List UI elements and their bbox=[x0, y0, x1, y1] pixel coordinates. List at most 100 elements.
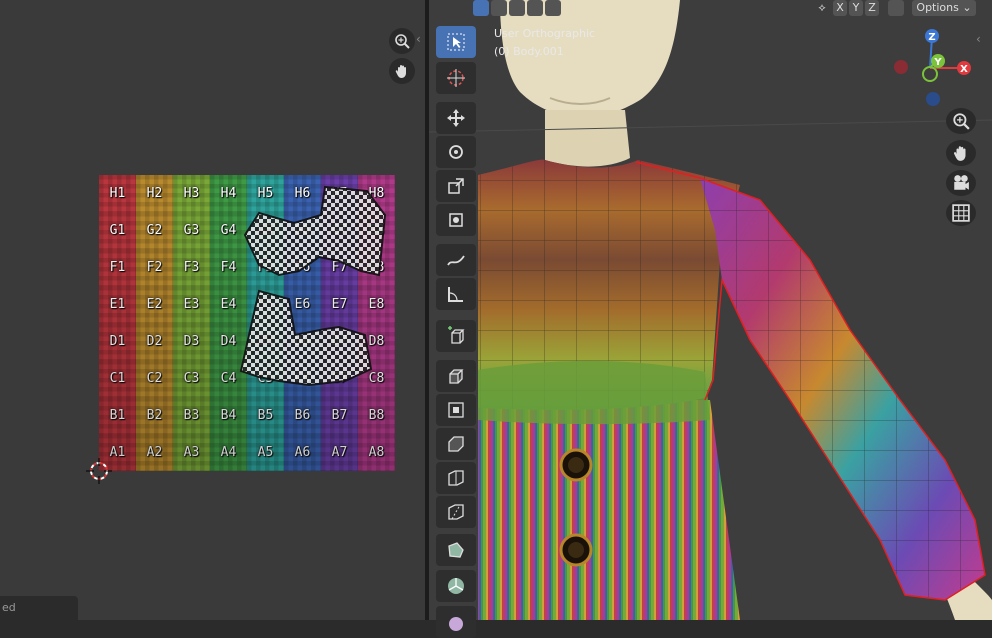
camera-icon[interactable] bbox=[946, 170, 976, 196]
mirror-icon[interactable]: ⟡ bbox=[814, 0, 830, 16]
axis-x-toggle[interactable]: X bbox=[833, 0, 847, 16]
uv-grid-cell: G1 bbox=[99, 212, 136, 249]
navigation-gizmo[interactable]: Z Y X bbox=[890, 28, 980, 108]
uv-grid-cell: D4 bbox=[210, 323, 247, 360]
pan-icon[interactable] bbox=[946, 140, 976, 166]
select-mode-icon[interactable] bbox=[473, 0, 489, 16]
loop-cut-icon[interactable] bbox=[436, 462, 476, 494]
uv-grid-cell: F6 bbox=[284, 249, 321, 286]
uv-grid-cell: H6 bbox=[284, 175, 321, 212]
uv-grid-cell: E8 bbox=[358, 286, 395, 323]
uv-editor[interactable]: ‹ H1 H2 H3 H4 H5 H6 H7 H8 G1 G2 G3 G4 G5 G6 G7 G8 F1 F2 F3… bbox=[0, 0, 425, 620]
uv-grid-cell: E6 bbox=[284, 286, 321, 323]
spin-icon[interactable] bbox=[436, 570, 476, 602]
zoom-icon[interactable] bbox=[946, 108, 976, 134]
active-object-name: (0) Body.001 bbox=[494, 45, 564, 58]
smooth-icon[interactable] bbox=[436, 606, 476, 638]
uv-grid-cell: G8 bbox=[358, 212, 395, 249]
uv-grid-cell: D2 bbox=[136, 323, 173, 360]
add-cube-icon[interactable] bbox=[436, 320, 476, 352]
move-icon[interactable] bbox=[436, 102, 476, 134]
neg-z-axis-handle[interactable] bbox=[926, 92, 940, 106]
uv-grid-cell: B8 bbox=[358, 397, 395, 434]
uv-grid-cell: B5 bbox=[247, 397, 284, 434]
x-axis-label: X bbox=[960, 64, 968, 75]
options-dropdown[interactable]: Options ⌄ bbox=[912, 0, 976, 16]
uv-grid-cell: B7 bbox=[321, 397, 358, 434]
neg-x-axis-handle[interactable] bbox=[894, 60, 908, 74]
uv-grid-cell: A2 bbox=[136, 434, 173, 471]
axis-y-toggle[interactable]: Y bbox=[849, 0, 863, 16]
extrude-icon[interactable] bbox=[436, 360, 476, 392]
uv-grid-cell: F5 bbox=[247, 249, 284, 286]
measure-icon[interactable] bbox=[436, 278, 476, 310]
inset-icon[interactable] bbox=[436, 394, 476, 426]
uv-grid-cell: E3 bbox=[173, 286, 210, 323]
uv-grid-cell: F3 bbox=[173, 249, 210, 286]
uv-grid-cell: B3 bbox=[173, 397, 210, 434]
uv-grid-cell: F2 bbox=[136, 249, 173, 286]
uv-pan-icon[interactable] bbox=[389, 58, 415, 84]
sidebar-toggle-icon[interactable]: ‹ bbox=[976, 32, 981, 46]
uv-grid-cell: C4 bbox=[210, 360, 247, 397]
uv-grid-cell: H3 bbox=[173, 175, 210, 212]
snap-icon[interactable] bbox=[888, 0, 904, 16]
z-axis-label: Z bbox=[928, 32, 935, 43]
select-intersect-icon[interactable] bbox=[545, 0, 561, 16]
select-difference-icon[interactable] bbox=[527, 0, 543, 16]
uv-grid-cell: E5 bbox=[247, 286, 284, 323]
select-subtract-icon[interactable] bbox=[509, 0, 525, 16]
uv-grid-cell: F4 bbox=[210, 249, 247, 286]
uv-grid-cell: H4 bbox=[210, 175, 247, 212]
scale-icon[interactable] bbox=[436, 170, 476, 202]
grid-icon[interactable] bbox=[946, 200, 976, 226]
collapse-arrow-icon[interactable]: ‹ bbox=[416, 32, 421, 46]
uv-grid-cell: B2 bbox=[136, 397, 173, 434]
knife-icon[interactable] bbox=[436, 496, 476, 528]
select-box-icon[interactable] bbox=[436, 26, 476, 58]
uv-grid-cell: A7 bbox=[321, 434, 358, 471]
uv-grid-cell: F7 bbox=[321, 249, 358, 286]
uv-grid-cell: A6 bbox=[284, 434, 321, 471]
view-name: User Orthographic bbox=[494, 27, 596, 40]
uv-grid-cell: A8 bbox=[358, 434, 395, 471]
uv-grid-cell: B6 bbox=[284, 397, 321, 434]
uv-grid-cell: A4 bbox=[210, 434, 247, 471]
uv-grid-cell: D5 bbox=[247, 323, 284, 360]
uv-grid-cell: E1 bbox=[99, 286, 136, 323]
2d-cursor-icon[interactable] bbox=[86, 458, 112, 484]
uv-grid-cell: C3 bbox=[173, 360, 210, 397]
uv-grid-cell: D6 bbox=[284, 323, 321, 360]
uv-grid-cell: A5 bbox=[247, 434, 284, 471]
uv-grid-cell: F8 bbox=[358, 249, 395, 286]
cursor-icon[interactable] bbox=[436, 62, 476, 94]
uv-grid-cell: F1 bbox=[99, 249, 136, 286]
bevel-icon[interactable] bbox=[436, 428, 476, 460]
uv-zoom-icon[interactable] bbox=[389, 28, 415, 54]
axis-z-toggle[interactable]: Z bbox=[865, 0, 879, 16]
y-axis-label: Y bbox=[933, 57, 942, 68]
uv-grid-cell: D8 bbox=[358, 323, 395, 360]
annotate-icon[interactable] bbox=[436, 244, 476, 276]
uv-grid-cell: D1 bbox=[99, 323, 136, 360]
uv-grid-cell: B1 bbox=[99, 397, 136, 434]
uv-grid-cell: C8 bbox=[358, 360, 395, 397]
uv-grid-cell: D7 bbox=[321, 323, 358, 360]
uv-grid-cell: H2 bbox=[136, 175, 173, 212]
uv-grid-cell: C1 bbox=[99, 360, 136, 397]
uv-grid-cell: C7 bbox=[321, 360, 358, 397]
poly-build-icon[interactable] bbox=[436, 534, 476, 566]
tool-shelf bbox=[434, 24, 478, 638]
uv-texture-grid: H1 H2 H3 H4 H5 H6 H7 H8 G1 G2 G3 G4 G5 G6 G7 G8 F1 F2 F3 F4… bbox=[99, 175, 395, 471]
rotate-icon[interactable] bbox=[436, 136, 476, 168]
uv-grid-cell: E2 bbox=[136, 286, 173, 323]
neg-y-axis-handle[interactable] bbox=[922, 66, 938, 82]
status-field: ed bbox=[0, 596, 78, 620]
uv-grid-cell: H8 bbox=[358, 175, 395, 212]
uv-grid-cell: H1 bbox=[99, 175, 136, 212]
uv-grid-cell: C2 bbox=[136, 360, 173, 397]
select-extend-icon[interactable] bbox=[491, 0, 507, 16]
uv-grid-cell: G3 bbox=[173, 212, 210, 249]
viewport-header: ⟡ X Y Z Options ⌄ bbox=[429, 0, 992, 17]
transform-icon[interactable] bbox=[436, 204, 476, 236]
